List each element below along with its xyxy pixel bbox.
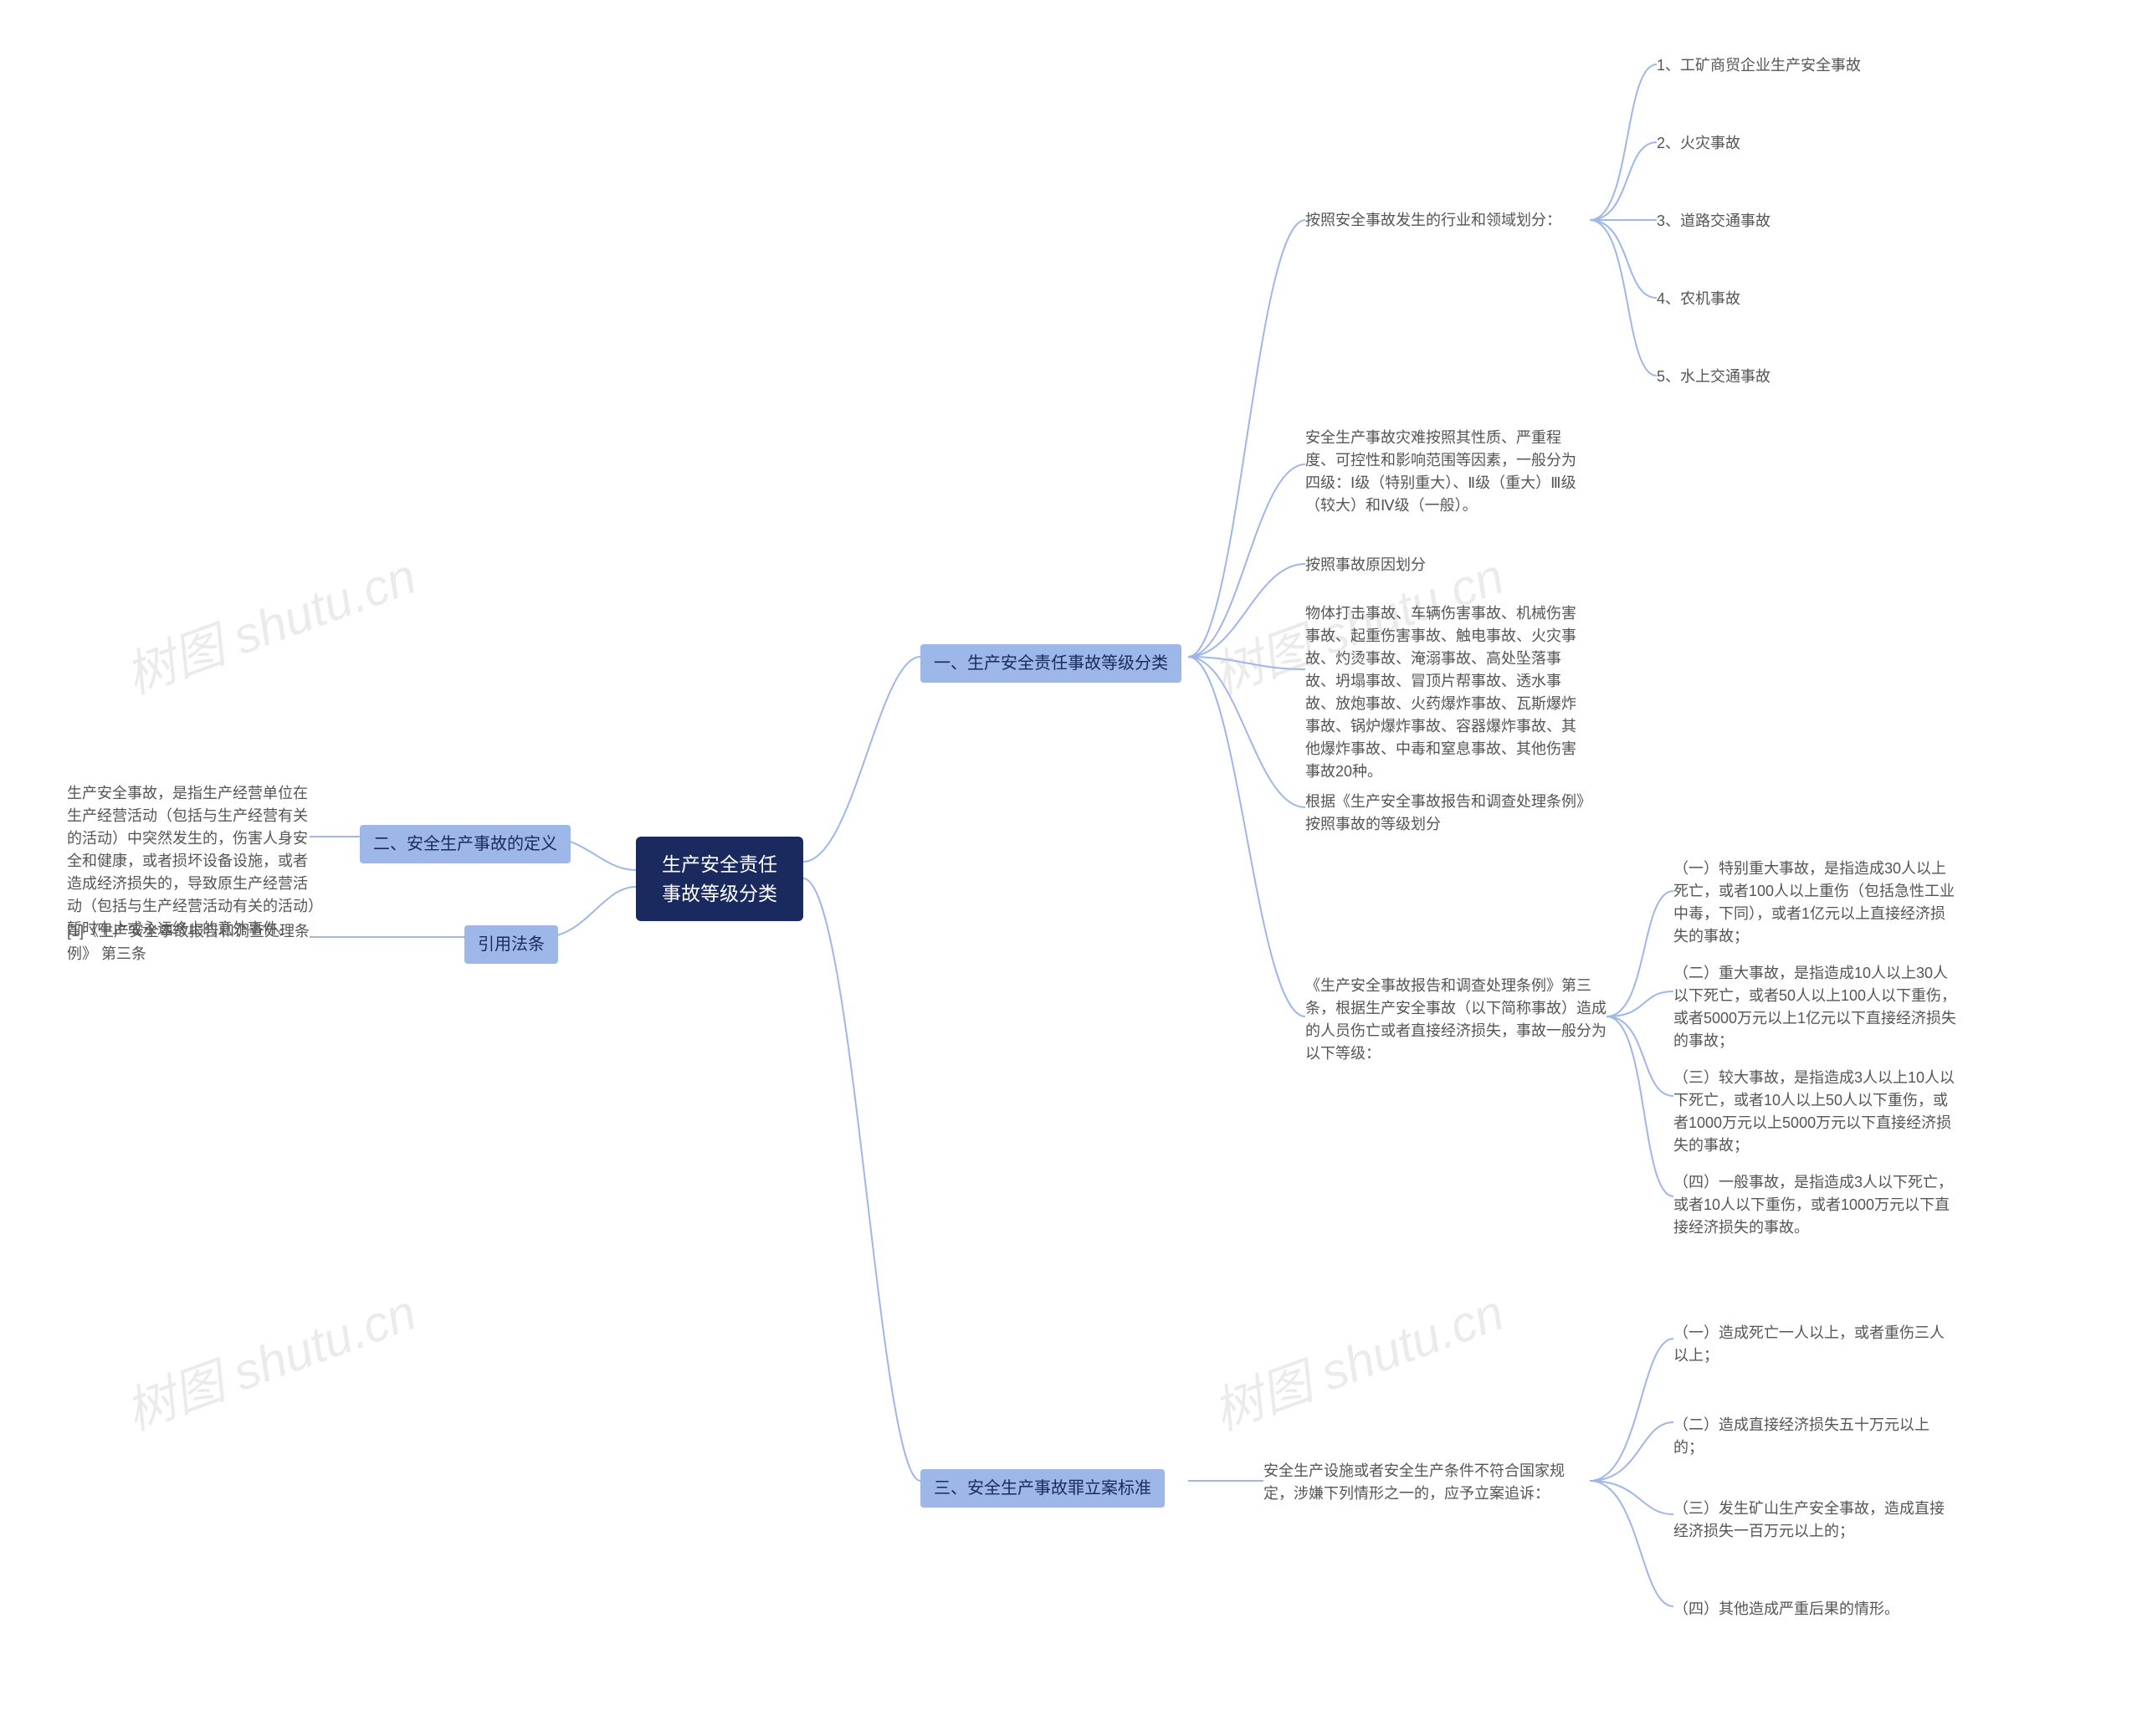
- watermark: 树图 shutu.cn: [1202, 1272, 1512, 1444]
- leaf-level-2: （二）重大事故，是指造成10人以上30人以下死亡，或者50人以上100人以下重伤…: [1673, 962, 1958, 1052]
- leaf-criminal-3: （三）发生矿山生产安全事故，造成直接经济损失一百万元以上的；: [1673, 1498, 1958, 1543]
- leaf-definition-text: 生产安全事故，是指生产经营单位在生产经营活动（包括与生产经营有关的活动）中突然发…: [67, 782, 318, 940]
- watermark: 树图 shutu.cn: [114, 535, 424, 708]
- leaf-article3-label: 《生产安全事故报告和调查处理条例》第三条，根据生产安全事故（以下简称事故）造成的…: [1305, 975, 1606, 1065]
- leaf-industry-item2: 2、火灾事故: [1657, 132, 1740, 155]
- branch-references[interactable]: 引用法条: [464, 925, 558, 964]
- leaf-references-text: [1]《生产安全事故报告和调查处理条例》 第三条: [67, 920, 310, 965]
- leaf-criminal-text: 安全生产设施或者安全生产条件不符合国家规定，涉嫌下列情形之一的，应予立案追诉：: [1263, 1460, 1581, 1505]
- branch-definition[interactable]: 二、安全生产事故的定义: [360, 825, 571, 863]
- leaf-industry-item4: 4、农机事故: [1657, 288, 1740, 310]
- leaf-severity-4levels: 安全生产事故灾难按照其性质、严重程度、可控性和影响范围等因素，一般分为四级：Ⅰ级…: [1305, 427, 1590, 517]
- leaf-20-types: 物体打击事故、车辆伤害事故、机械伤害事故、起重伤害事故、触电事故、火灾事故、灼烫…: [1305, 602, 1590, 783]
- leaf-industry-item1: 1、工矿商贸企业生产安全事故: [1657, 54, 1861, 77]
- leaf-level-4: （四）一般事故，是指造成3人以下死亡，或者10人以下重伤，或者1000万元以下直…: [1673, 1171, 1958, 1239]
- mindmap-canvas: 树图 shutu.cn 树图 shutu.cn 树图 shutu.cn 树图 s…: [0, 0, 2142, 1736]
- leaf-criminal-1: （一）造成死亡一人以上，或者重伤三人以上；: [1673, 1322, 1958, 1367]
- leaf-level-1: （一）特别重大事故，是指造成30人以上死亡，或者100人以上重伤（包括急性工业中…: [1673, 858, 1958, 948]
- leaf-level-3: （三）较大事故，是指造成3人以上10人以下死亡，或者10人以上50人以下重伤，或…: [1673, 1067, 1958, 1157]
- watermark: 树图 shutu.cn: [114, 1272, 424, 1444]
- leaf-criminal-4: （四）其他造成严重后果的情形。: [1673, 1598, 1899, 1621]
- leaf-criminal-2: （二）造成直接经济损失五十万元以上的；: [1673, 1414, 1958, 1459]
- leaf-industry-label: 按照安全事故发生的行业和领域划分：: [1305, 209, 1561, 232]
- leaf-by-cause: 按照事故原因划分: [1305, 554, 1426, 576]
- leaf-industry-item5: 5、水上交通事故: [1657, 366, 1770, 388]
- branch-criminal-standard[interactable]: 三、安全生产事故罪立案标准: [920, 1469, 1165, 1508]
- leaf-regulation-based: 根据《生产安全事故报告和调查处理条例》按照事故的等级划分: [1305, 791, 1590, 836]
- root-node[interactable]: 生产安全责任事故等级分类: [636, 837, 803, 921]
- branch-classification[interactable]: 一、生产安全责任事故等级分类: [920, 644, 1181, 683]
- leaf-industry-item3: 3、道路交通事故: [1657, 210, 1770, 233]
